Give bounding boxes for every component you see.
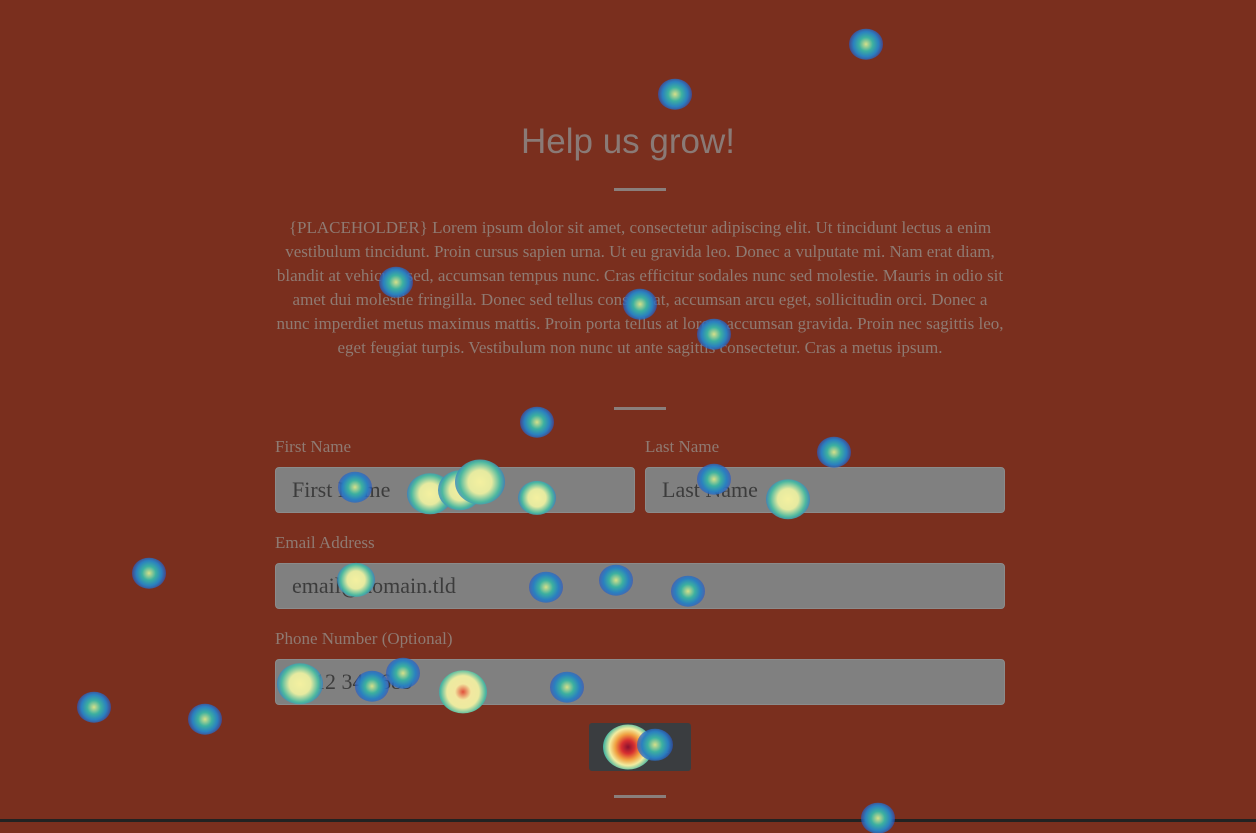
heatmap-spot xyxy=(188,703,222,735)
divider xyxy=(614,795,666,798)
heatmap-spot xyxy=(77,691,111,723)
heatmap-spot xyxy=(520,406,554,438)
divider xyxy=(614,188,666,191)
first-name-label: First Name xyxy=(275,437,352,456)
heatmap-spot xyxy=(849,28,883,60)
divider xyxy=(614,407,666,410)
heatmap-spot xyxy=(658,78,692,110)
email-input[interactable] xyxy=(275,563,1005,609)
phone-input[interactable] xyxy=(275,659,1005,705)
last-name-input[interactable] xyxy=(645,467,1005,513)
email-label: Email Address xyxy=(275,533,375,552)
last-name-label: Last Name xyxy=(645,437,720,456)
intro-paragraph: {PLACEHOLDER} Lorem ipsum dolor sit amet… xyxy=(276,218,1004,357)
phone-label: Phone Number (Optional) xyxy=(275,629,453,648)
heatmap-spot xyxy=(817,436,851,468)
submit-button[interactable]: Submit xyxy=(589,723,691,771)
heatmap-spot xyxy=(132,557,166,589)
first-name-input[interactable] xyxy=(275,467,635,513)
heatmap-spot xyxy=(861,802,895,833)
page-title: Help us grow! xyxy=(521,122,735,161)
